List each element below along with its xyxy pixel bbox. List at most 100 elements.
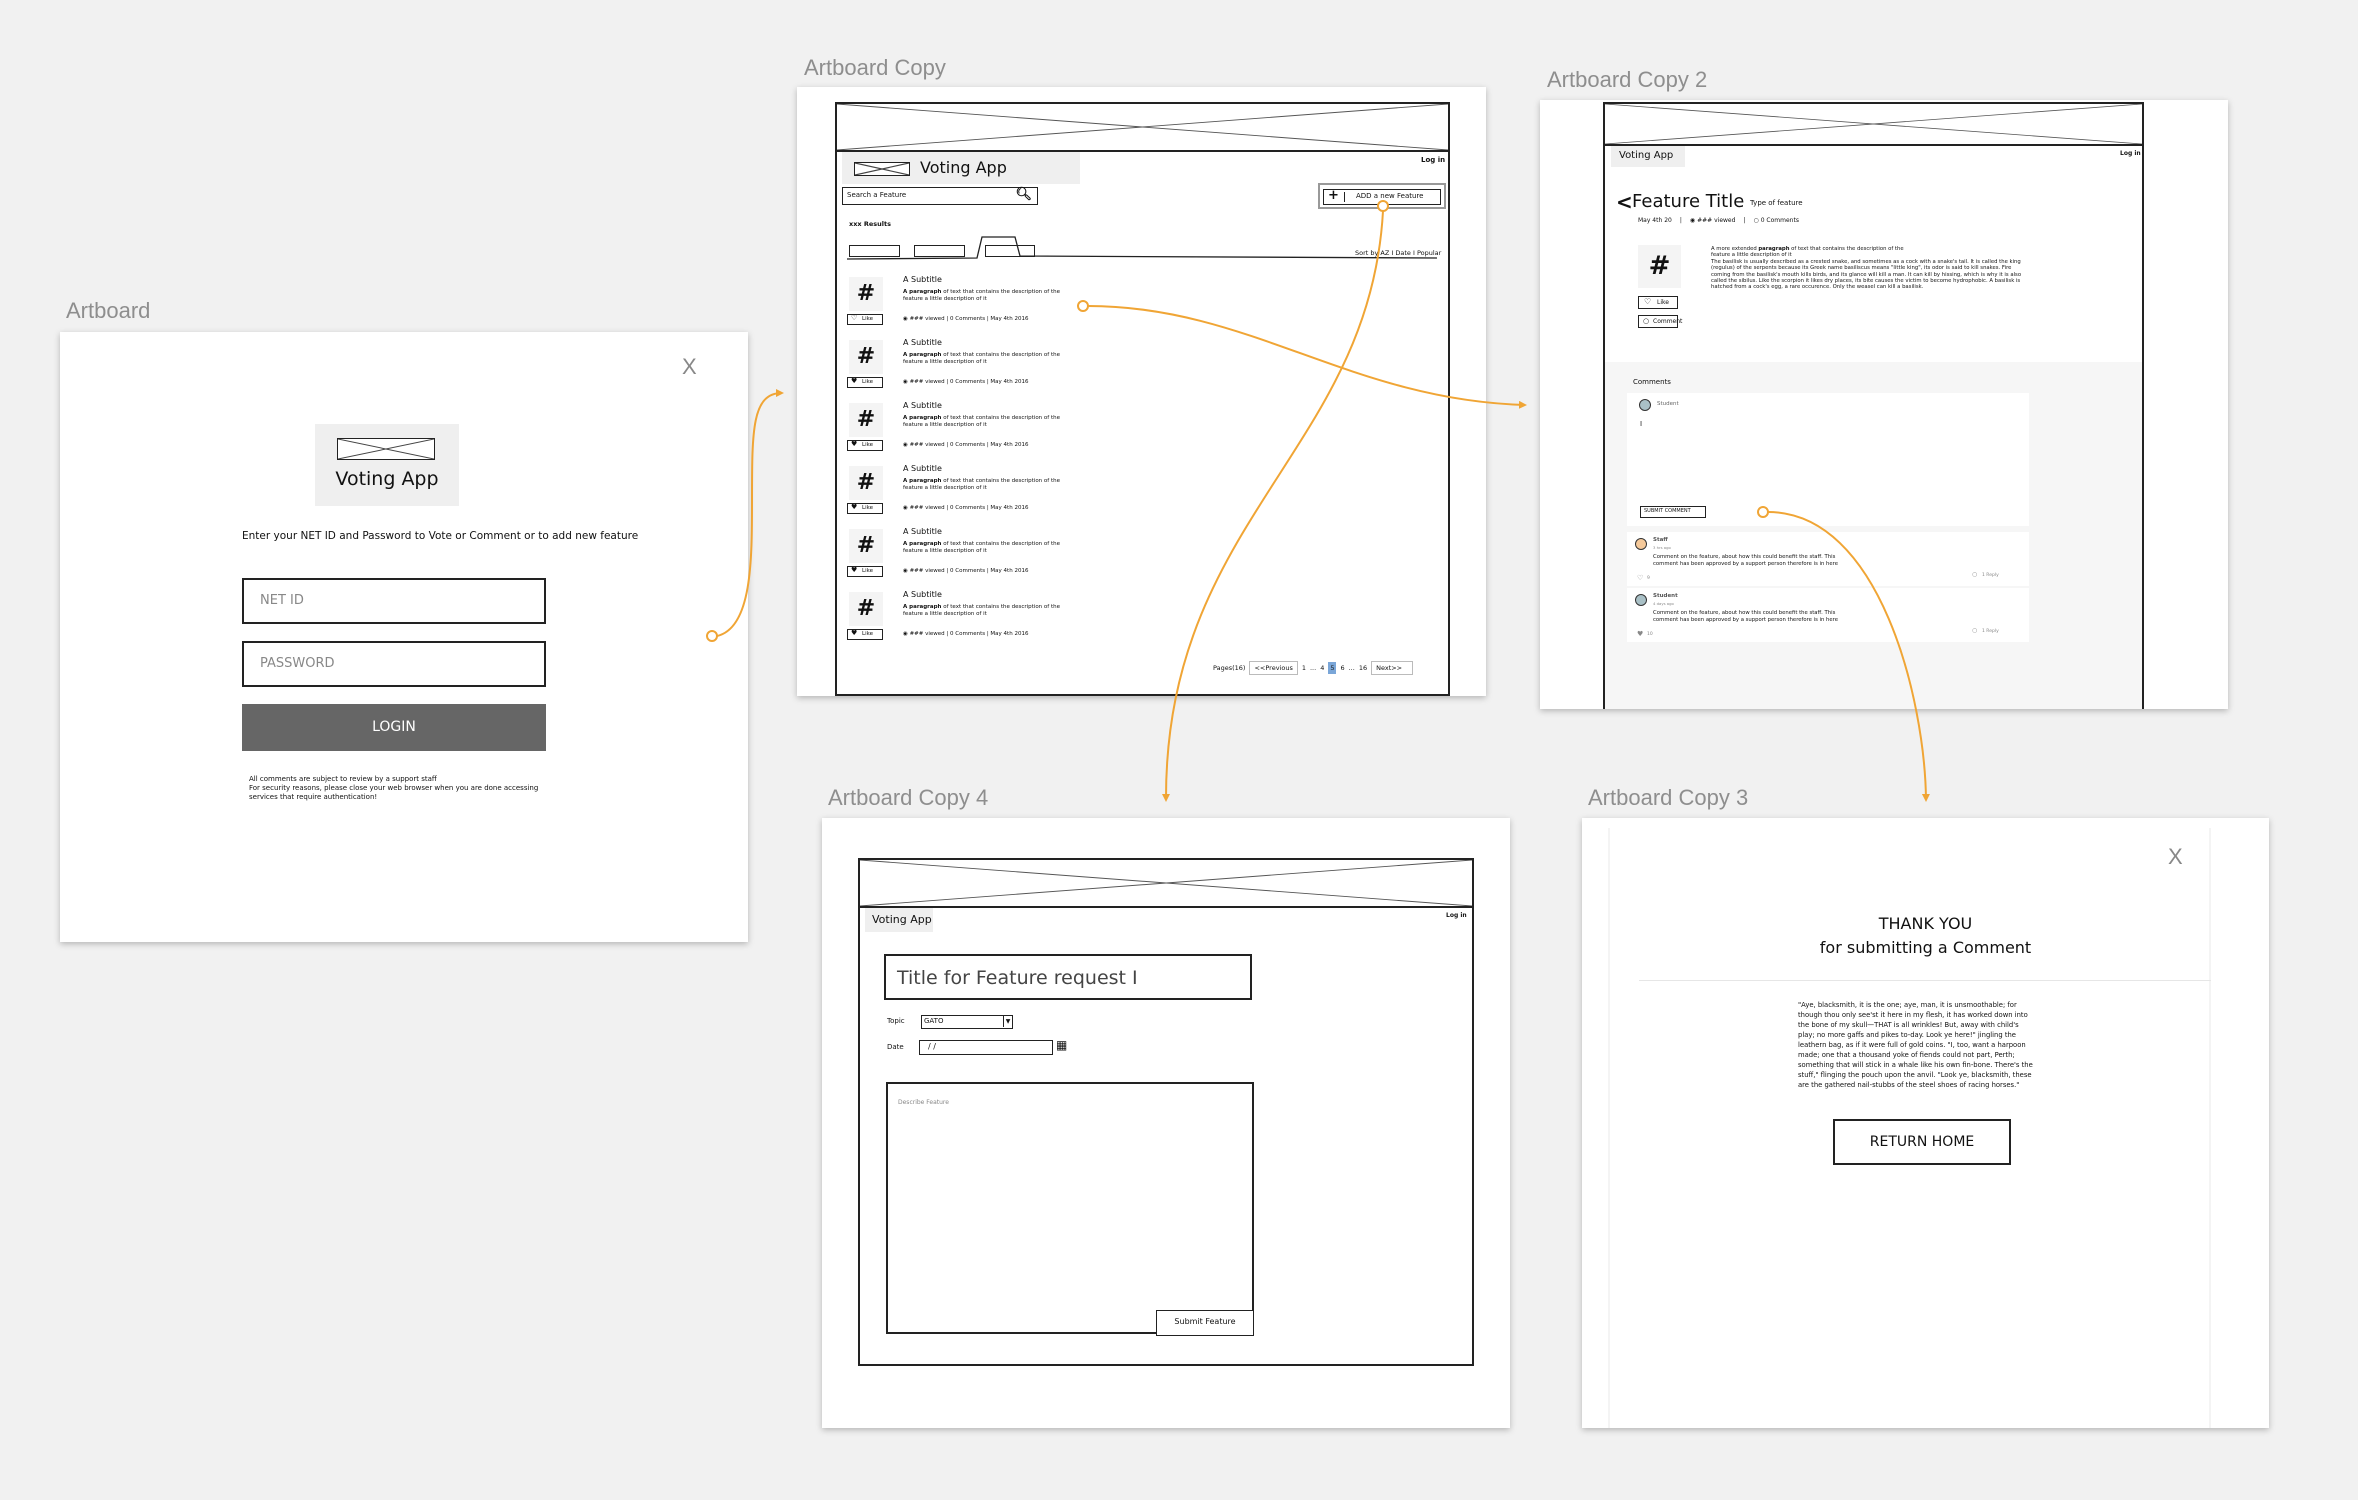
hash-thumbnail: # xyxy=(849,277,883,311)
item-meta-text: ### viewed | 0 Comments | May 4th 2016 xyxy=(909,316,1029,322)
netid-input[interactable]: NET ID xyxy=(242,578,546,624)
list-item[interactable]: # ♥ Like A Subtitle A paragraph of text … xyxy=(837,338,1237,400)
feature-meta: May 4th 20 | ◉ ### viewed | ○ 0 Comments xyxy=(1638,217,1799,224)
desc-text: of text that contains the description of… xyxy=(941,289,1060,295)
submit-comment-button[interactable]: SUBMIT COMMENT xyxy=(1640,506,1706,518)
like-button[interactable]: ♥ Like xyxy=(847,503,883,514)
item-description: A paragraph of text that contains the de… xyxy=(903,478,1060,492)
item-subtitle[interactable]: A Subtitle xyxy=(903,464,942,473)
comment-button[interactable]: ○ Comment xyxy=(1638,315,1682,328)
banner-placeholder xyxy=(1603,102,2144,146)
desc-text: of text that contains the description of… xyxy=(941,352,1060,358)
submit-feature-button[interactable]: Submit Feature xyxy=(1156,1310,1254,1336)
previous-button[interactable]: <<Previous xyxy=(1249,661,1298,675)
item-subtitle[interactable]: A Subtitle xyxy=(903,275,942,284)
item-meta-text: ### viewed | 0 Comments | May 4th 2016 xyxy=(909,442,1029,448)
item-meta-text: ### viewed | 0 Comments | May 4th 2016 xyxy=(909,505,1029,511)
describe-feature-textarea[interactable]: Describe Feature xyxy=(886,1082,1254,1334)
like-button[interactable]: ♥ Like xyxy=(847,629,883,640)
comment-line: comment has been approved by a support p… xyxy=(1653,560,1838,567)
desc-text: feature a little description of it xyxy=(903,485,987,491)
quote-line: though thou only see'st it here in my fl… xyxy=(1798,1011,2028,1019)
page-number[interactable]: 4 xyxy=(1320,664,1324,672)
like-button[interactable]: ♥ Like xyxy=(847,377,883,388)
add-feature-highlight: + ADD a new Feature xyxy=(1318,183,1446,209)
next-button[interactable]: Next>> xyxy=(1371,661,1414,675)
page-number-current[interactable]: 5 xyxy=(1328,662,1337,674)
item-subtitle[interactable]: A Subtitle xyxy=(903,590,942,599)
back-chevron-icon[interactable]: < xyxy=(1616,190,1633,214)
return-home-button[interactable]: RETURN HOME xyxy=(1833,1119,2011,1165)
desc-bold: A paragraph xyxy=(903,352,942,358)
meta-comments: 0 Comments xyxy=(1760,217,1799,224)
feature-title-input[interactable]: Title for Feature request I xyxy=(884,954,1252,1000)
notice-line: For security reasons, please close your … xyxy=(249,784,539,792)
heart-filled-icon[interactable]: ♥ xyxy=(1637,630,1643,638)
heart-filled-icon: ♥ xyxy=(851,440,858,448)
like-button[interactable]: ♡ Like xyxy=(1638,296,1678,309)
reply-link[interactable]: 1 Reply xyxy=(1982,573,1999,578)
page-number[interactable]: 6 xyxy=(1340,664,1344,672)
search-input[interactable]: Search a Feature 🔍︎ xyxy=(842,187,1038,205)
brand-header: Voting App xyxy=(842,152,1080,184)
date-value: / / xyxy=(928,1042,936,1051)
like-button[interactable]: ♥ Like xyxy=(847,566,883,577)
list-item[interactable]: # ♥ Like A Subtitle A paragraph of text … xyxy=(837,401,1237,463)
meta-separator: | xyxy=(1679,217,1682,224)
notice-line: services that require authentication! xyxy=(249,793,378,801)
close-icon[interactable]: X xyxy=(682,354,697,380)
like-button[interactable]: ♥ Like xyxy=(847,440,883,451)
date-input[interactable]: / / xyxy=(919,1040,1053,1055)
login-link[interactable]: Log in xyxy=(1421,156,1445,164)
composer-text[interactable]: I xyxy=(1640,420,1642,428)
reply-icon: ○ xyxy=(1972,571,1978,578)
item-description: A paragraph of text that contains the de… xyxy=(903,604,1060,618)
item-subtitle[interactable]: A Subtitle xyxy=(903,527,942,536)
list-item[interactable]: # ♥ Like A Subtitle A paragraph of text … xyxy=(837,590,1237,652)
banner-placeholder xyxy=(835,102,1450,152)
artboard-feature-list: Voting App Log in Search a Feature 🔍︎ + … xyxy=(797,87,1486,696)
search-icon[interactable]: 🔍︎ xyxy=(1015,187,1032,202)
sort-options[interactable]: Sort by AZ I Date I Popular xyxy=(1355,249,1441,257)
list-item[interactable]: # ♥ Like A Subtitle A paragraph of text … xyxy=(837,527,1237,589)
netid-placeholder: NET ID xyxy=(260,593,304,608)
item-meta: ◉ ### viewed | 0 Comments | May 4th 2016 xyxy=(903,505,1028,511)
desc-bold: paragraph xyxy=(1758,246,1790,252)
composer-user: Student xyxy=(1657,401,1679,407)
plus-icon: + xyxy=(1328,188,1339,203)
password-input[interactable]: PASSWORD xyxy=(242,641,546,687)
login-link[interactable]: Log in xyxy=(1446,912,1467,919)
login-link[interactable]: Log in xyxy=(2120,150,2141,157)
desc-text: of text that contains the description of… xyxy=(941,415,1060,421)
like-button[interactable]: ♡ Like xyxy=(847,314,883,325)
brand-name: Voting App xyxy=(872,913,932,926)
reply-link[interactable]: 1 Reply xyxy=(1982,629,1999,634)
item-subtitle[interactable]: A Subtitle xyxy=(903,338,942,347)
item-subtitle[interactable]: A Subtitle xyxy=(903,401,942,410)
artboard-label: Artboard Copy xyxy=(804,55,946,80)
brand-header: Voting App xyxy=(865,908,933,932)
logo-placeholder xyxy=(854,162,910,176)
tab-3-active[interactable] xyxy=(985,245,1035,257)
list-item[interactable]: # ♥ Like A Subtitle A paragraph of text … xyxy=(837,464,1237,526)
topic-select[interactable]: GATO ▼ xyxy=(921,1015,1013,1029)
calendar-icon[interactable]: ▦ xyxy=(1056,1038,1067,1052)
quote-line: something that will stick in a whale lik… xyxy=(1798,1061,2033,1069)
close-icon[interactable]: X xyxy=(2168,844,2183,870)
page-number[interactable]: 1 xyxy=(1302,664,1306,672)
login-button[interactable]: LOGIN xyxy=(242,704,546,751)
desc-bold: A paragraph xyxy=(903,289,942,295)
hash-thumbnail: # xyxy=(849,340,883,374)
avatar xyxy=(1635,594,1647,606)
avatar xyxy=(1639,399,1651,411)
comment-composer[interactable]: Student I SUBMIT COMMENT xyxy=(1627,393,2029,526)
comment-card: Student 4 days ago Comment on the featur… xyxy=(1627,588,2029,642)
dropdown-arrow-icon[interactable]: ▼ xyxy=(1003,1016,1012,1027)
hash-thumbnail: # xyxy=(1638,245,1681,288)
page-number[interactable]: 16 xyxy=(1359,664,1367,672)
comments-heading: Comments xyxy=(1633,378,1671,386)
heart-outline-icon[interactable]: ♡ xyxy=(1637,574,1643,582)
add-feature-button[interactable]: + ADD a new Feature xyxy=(1323,188,1441,205)
list-item[interactable]: # ♡ Like A Subtitle A paragraph of text … xyxy=(837,275,1237,337)
comment-user: Staff xyxy=(1653,537,1668,543)
